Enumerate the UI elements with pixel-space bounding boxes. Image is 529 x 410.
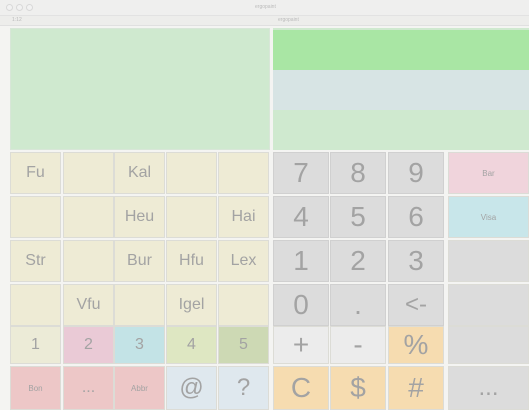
word-key-r3-c1[interactable]: Vfu	[63, 284, 114, 326]
word-key-r2-c3[interactable]: Hfu	[166, 240, 217, 282]
bottom-key-2[interactable]: Abbr	[114, 366, 165, 410]
side-key-1[interactable]: Visa	[448, 196, 529, 238]
word-key-r1-c4[interactable]: Hai	[218, 196, 269, 238]
digit-key-4[interactable]: 4	[166, 326, 217, 364]
window-titlebar: ergopaint	[0, 0, 529, 16]
numpad-key-r4-c1[interactable]: -	[330, 326, 386, 364]
word-key-r0-c0[interactable]: Fu	[10, 152, 61, 194]
numpad-key-r0-c2[interactable]: 9	[388, 152, 444, 194]
word-key-r2-c1[interactable]	[63, 240, 114, 282]
numpad-key-r0-c1[interactable]: 8	[330, 152, 386, 194]
numpad-key-r4-c0[interactable]: +	[273, 326, 329, 364]
word-key-r1-c2[interactable]: Heu	[114, 196, 165, 238]
word-key-r1-c1[interactable]	[63, 196, 114, 238]
numpad-key-r0-c0[interactable]: 7	[273, 152, 329, 194]
word-key-r2-c0[interactable]: Str	[10, 240, 61, 282]
bottom-key-3[interactable]: @	[166, 366, 217, 410]
numpad-key-r5-c1[interactable]: $	[330, 366, 386, 410]
tab-right-label: ergopaint	[278, 17, 299, 23]
word-key-r2-c4[interactable]: Lex	[218, 240, 269, 282]
side-key-4[interactable]	[448, 326, 529, 364]
word-key-r3-c4[interactable]	[218, 284, 269, 326]
numpad-key-r2-c0[interactable]: 1	[273, 240, 329, 282]
word-key-r3-c3[interactable]: Igel	[166, 284, 217, 326]
bottom-key-1[interactable]: ...	[63, 366, 114, 410]
side-key-3[interactable]	[448, 284, 529, 326]
side-key-0[interactable]: Bar	[448, 152, 529, 194]
numpad-key-r3-c0[interactable]: 0	[273, 284, 329, 326]
display-bar-green	[273, 30, 529, 70]
numpad-key-r2-c2[interactable]: 3	[388, 240, 444, 282]
tab-strip: 1:12 ergopaint	[0, 16, 529, 26]
close-window-icon[interactable]	[6, 4, 13, 11]
numpad-key-r1-c2[interactable]: 6	[388, 196, 444, 238]
word-key-r1-c3[interactable]	[166, 196, 217, 238]
word-key-r3-c0[interactable]	[10, 284, 61, 326]
numpad-key-r1-c1[interactable]: 5	[330, 196, 386, 238]
word-key-r3-c2[interactable]	[114, 284, 165, 326]
digit-key-5[interactable]: 5	[218, 326, 269, 364]
bottom-key-4[interactable]: ?	[218, 366, 269, 410]
numpad-key-r2-c1[interactable]: 2	[330, 240, 386, 282]
numpad-key-r3-c1[interactable]: .	[330, 284, 386, 326]
numpad-key-r5-c2[interactable]: #	[388, 366, 444, 410]
word-key-r0-c4[interactable]	[218, 152, 269, 194]
left-display-panel	[10, 28, 270, 150]
minimize-window-icon[interactable]	[16, 4, 23, 11]
window-title: ergopaint	[255, 4, 276, 10]
numpad-key-r4-c2[interactable]: %	[388, 326, 444, 364]
numpad-key-r1-c0[interactable]: 4	[273, 196, 329, 238]
numpad-key-r3-c2[interactable]: <-	[388, 284, 444, 326]
word-key-r0-c1[interactable]	[63, 152, 114, 194]
digit-key-3[interactable]: 3	[114, 326, 165, 364]
bottom-key-0[interactable]: Bon	[10, 366, 61, 410]
maximize-window-icon[interactable]	[26, 4, 33, 11]
display-bar-blue	[273, 70, 529, 110]
word-key-r0-c3[interactable]	[166, 152, 217, 194]
word-key-r2-c2[interactable]: Bur	[114, 240, 165, 282]
word-key-r0-c2[interactable]: Kal	[114, 152, 165, 194]
side-key-5[interactable]: ...	[448, 366, 529, 410]
numpad-key-r5-c0[interactable]: C	[273, 366, 329, 410]
digit-key-1[interactable]: 1	[10, 326, 61, 364]
side-key-2[interactable]	[448, 240, 529, 282]
digit-key-2[interactable]: 2	[63, 326, 114, 364]
word-key-r1-c0[interactable]	[10, 196, 61, 238]
tab-left-label: 1:12	[12, 17, 22, 23]
